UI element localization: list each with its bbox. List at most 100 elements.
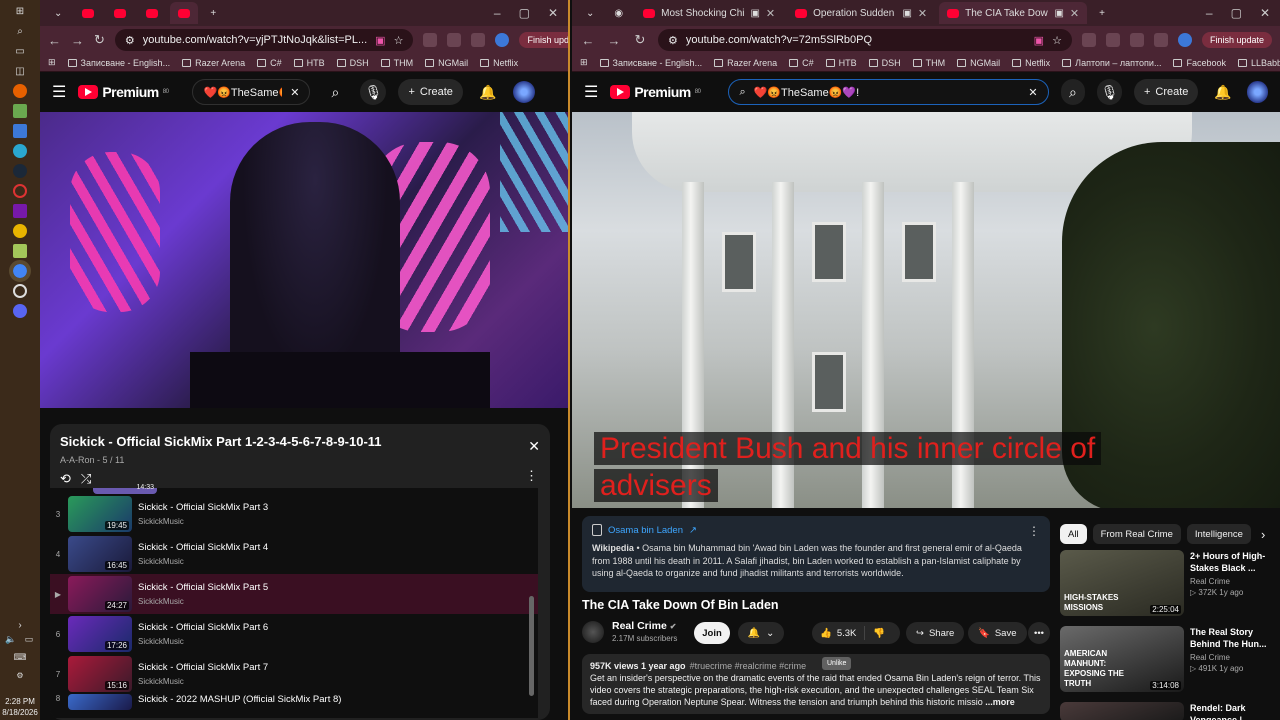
discord-icon[interactable] — [13, 304, 27, 318]
browser-tab[interactable] — [138, 2, 166, 24]
like-button[interactable]: 👍 5.3K — [812, 626, 866, 640]
channel-name[interactable]: Real Crime ✔ — [612, 620, 677, 632]
search-icon[interactable]: ⌕ — [322, 79, 348, 105]
subscription-bell-button[interactable]: 🔔 ⌄ — [738, 622, 784, 644]
tab-dropdown-button[interactable]: ⌄ — [578, 2, 602, 24]
tab-audio-icon[interactable]: ▣ — [1054, 8, 1063, 19]
extension-icon[interactable] — [447, 33, 462, 47]
reload-icon[interactable]: ↻ — [94, 32, 105, 48]
bookmark-item[interactable]: Razer Arena — [714, 58, 777, 68]
forward-icon[interactable]: → — [71, 33, 84, 48]
profile-icon[interactable] — [495, 33, 510, 47]
close-icon[interactable]: ✕ — [1260, 6, 1270, 20]
close-tab-icon[interactable]: ✕ — [1070, 7, 1079, 20]
wiki-source[interactable]: Wikipedia — [592, 543, 634, 553]
reload-icon[interactable]: ↻ — [632, 32, 648, 48]
close-tab-icon[interactable]: ✕ — [766, 7, 775, 20]
notepad-icon[interactable] — [13, 244, 27, 258]
bookmark-item[interactable]: HTB — [825, 58, 857, 68]
bookmark-item[interactable]: C# — [257, 58, 282, 68]
maximize-icon[interactable]: ▢ — [519, 6, 530, 20]
playlist-item[interactable]: 6 17:26 Sickick - Official SickMix Part 6S… — [50, 614, 538, 654]
browser-tab[interactable] — [106, 2, 134, 24]
minimize-icon[interactable]: – — [494, 6, 501, 20]
bookmark-item[interactable]: Netflix — [1012, 58, 1050, 68]
loop-icon[interactable]: ⟲ — [60, 471, 71, 487]
tab-audio-icon[interactable]: ▣ — [902, 8, 911, 19]
video-description[interactable]: 957K views 1 year ago #truecrime #realcri… — [582, 654, 1050, 714]
create-button[interactable]: + Create — [398, 79, 463, 105]
show-more-link[interactable]: ...more — [985, 697, 1015, 707]
menu-icon[interactable]: ☰ — [52, 82, 66, 102]
bookmark-item[interactable]: DSH — [868, 58, 901, 68]
finish-update-button[interactable]: Finish update — [519, 32, 568, 48]
bookmark-item[interactable]: Razer Arena — [182, 58, 245, 68]
bookmark-item[interactable]: Записване - English... — [599, 58, 702, 68]
new-tab-button[interactable]: + — [202, 2, 224, 24]
search-button-icon[interactable]: ⌕ — [1060, 79, 1086, 105]
back-icon[interactable]: ← — [48, 33, 61, 48]
video-thumbnail[interactable]: HIGH-STAKES MISSIONS 2:25:04 — [1060, 550, 1184, 616]
bookmark-item[interactable]: Facebook — [1173, 58, 1226, 68]
create-button[interactable]: + Create — [1133, 79, 1199, 105]
bookmark-item[interactable]: C# — [789, 58, 814, 68]
microphone-icon[interactable]: 🎙 — [1097, 79, 1122, 105]
chrome-active-icon[interactable] — [9, 260, 31, 282]
search-input[interactable]: ⌕ ❤️😡TheSame😡💜! ✕ — [728, 79, 1049, 105]
filter-chip[interactable]: All — [1060, 524, 1087, 544]
minimize-icon[interactable]: – — [1206, 6, 1213, 20]
edge-icon[interactable] — [13, 144, 27, 158]
windows-start-icon[interactable]: ⊞ — [13, 4, 27, 18]
onenote-icon[interactable] — [13, 204, 27, 218]
channel-avatar[interactable] — [582, 620, 604, 643]
notifications-bell-icon[interactable]: 🔔 — [475, 79, 501, 105]
video-thumbnail[interactable]: 17:26 — [68, 616, 132, 652]
maximize-icon[interactable]: ▢ — [1231, 6, 1242, 20]
more-options-icon[interactable]: ⋮ — [1028, 524, 1040, 538]
taskbar-clock[interactable]: 2:28 PM 8/18/2026 — [0, 696, 40, 718]
video-thumbnail[interactable] — [1060, 702, 1184, 720]
video-thumbnail[interactable]: 24:27 — [68, 576, 132, 612]
avatar[interactable] — [1247, 81, 1268, 103]
playlist-title[interactable]: Sickick - Official SickMix Part 1-2-3-4-… — [60, 434, 540, 449]
bookmark-star-icon[interactable]: ☆ — [1052, 34, 1062, 47]
bookmark-item[interactable]: Записване - English... — [67, 58, 170, 68]
firefox-icon[interactable] — [13, 84, 27, 98]
filter-chip[interactable]: From Real Crime — [1092, 524, 1181, 544]
extensions-puzzle-icon[interactable] — [1129, 33, 1144, 47]
menu-icon[interactable]: ☰ — [584, 82, 598, 102]
playlist-item[interactable]: 3 19:45 Sickick - Official SickMix Part 3S… — [50, 494, 538, 534]
extension-icon[interactable] — [1105, 33, 1120, 47]
keyboard-icon[interactable]: ⌨ — [13, 650, 27, 664]
back-icon[interactable]: ← — [580, 33, 596, 48]
video-thumbnail[interactable]: 19:45 — [68, 496, 132, 532]
app-green-icon[interactable] — [13, 104, 27, 118]
display-icon[interactable]: ▭ — [22, 632, 36, 646]
profile-icon[interactable] — [1177, 33, 1192, 47]
wiki-topic-link[interactable]: Osama bin Laden ↗ — [592, 524, 1040, 536]
steam-icon[interactable] — [13, 164, 27, 178]
opera-icon[interactable] — [13, 184, 27, 198]
extension-icon[interactable] — [1081, 33, 1096, 47]
omnibox[interactable]: ⚙ youtube.com/watch?v=72m5SlRb0PQ ▣ ☆ — [658, 29, 1072, 51]
app-blue-icon[interactable] — [13, 124, 27, 138]
browser-tab[interactable] — [74, 2, 102, 24]
cast-icon[interactable]: ▣ — [375, 34, 385, 47]
task-view-icon[interactable]: ▭ — [13, 44, 27, 58]
video-thumbnail[interactable]: AMERICAN MANHUNT: EXPOSING THE TRUTH 3:14… — [1060, 626, 1184, 692]
playlist-item[interactable]: 4 16:45 Sickick - Official SickMix Part 4S… — [50, 534, 538, 574]
browser-tab[interactable]: ◉ — [606, 2, 631, 24]
bookmark-item[interactable]: THM — [912, 58, 945, 68]
tab-dropdown-button[interactable]: ⌄ — [46, 2, 70, 24]
close-playlist-icon[interactable]: ✕ — [528, 438, 540, 455]
apps-grid-icon[interactable]: ⊞ — [580, 57, 588, 68]
apps-grid-icon[interactable]: ⊞ — [48, 57, 56, 68]
filter-chip[interactable]: Intelligence — [1186, 524, 1251, 544]
bookmark-star-icon[interactable]: ☆ — [394, 34, 404, 47]
extension-icon[interactable] — [423, 33, 438, 47]
playlist-item[interactable]: 7 15:16 Sickick - Official SickMix Part 7S… — [50, 654, 538, 694]
volume-icon[interactable]: 🔈 — [4, 632, 18, 646]
video-thumbnail[interactable]: 16:45 — [68, 536, 132, 572]
recommended-video[interactable]: HIGH-STAKES MISSIONS 2:25:04 2+ Hours of H… — [1060, 550, 1270, 624]
widgets-icon[interactable]: ◫ — [13, 64, 27, 78]
